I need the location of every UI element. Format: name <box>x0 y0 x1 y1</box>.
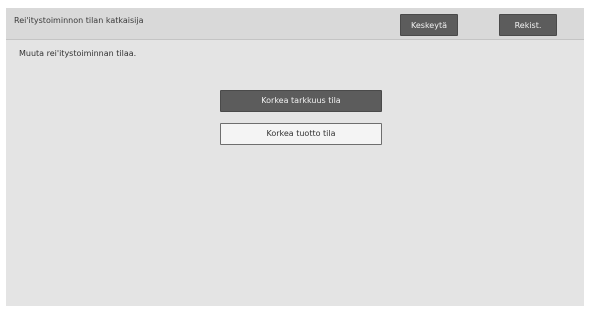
instruction-text: Muuta rei'itystoiminnan tilaa. <box>19 49 137 58</box>
high-yield-mode-button[interactable]: Korkea tuotto tila <box>220 123 382 145</box>
cancel-button[interactable]: Keskeytä <box>400 14 458 36</box>
register-button[interactable]: Rekist. <box>499 14 557 36</box>
header-bar: Rei'itystoiminnon tilan katkaisija Keske… <box>6 8 584 40</box>
page-title: Rei'itystoiminnon tilan katkaisija <box>14 16 144 25</box>
high-accuracy-mode-button[interactable]: Korkea tarkkuus tila <box>220 90 382 112</box>
settings-screen: Rei'itystoiminnon tilan katkaisija Keske… <box>6 8 584 306</box>
